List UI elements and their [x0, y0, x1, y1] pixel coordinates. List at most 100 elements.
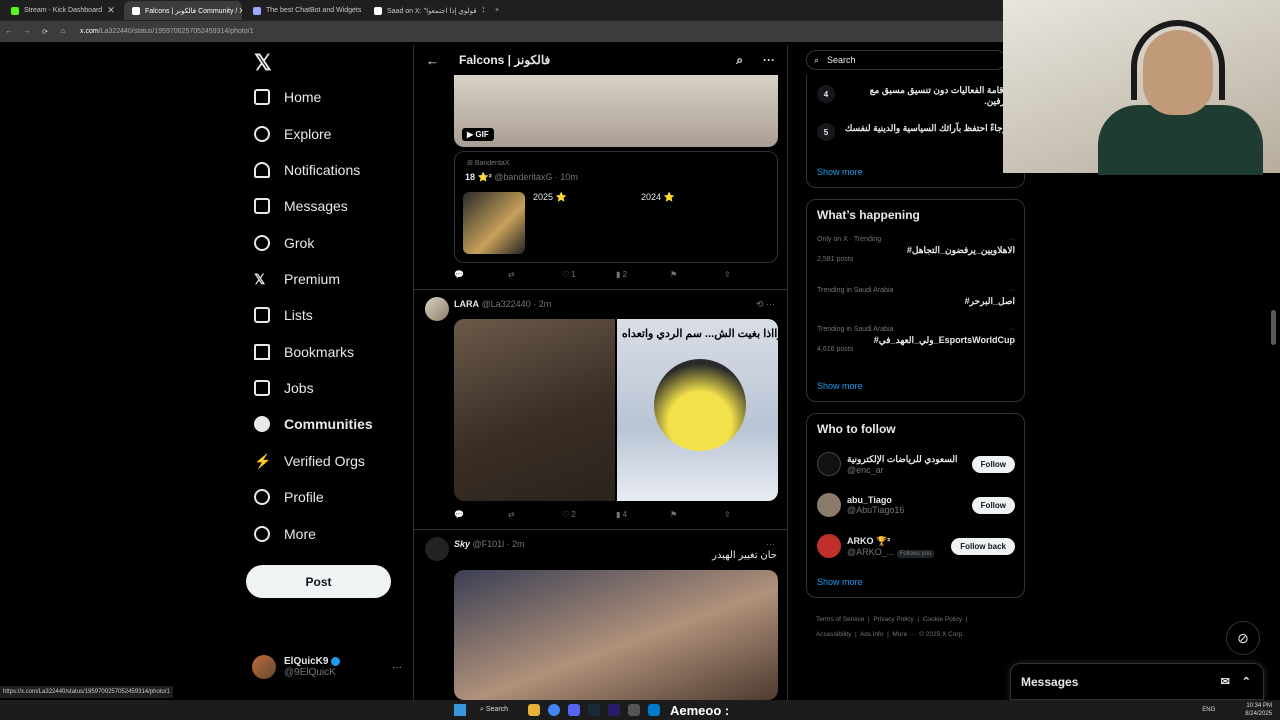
- home-browser-icon[interactable]: ⌂: [54, 28, 72, 35]
- post-text: حان تغيير الهيدر: [712, 550, 777, 561]
- expand-icon[interactable]: ⌃: [1242, 675, 1251, 688]
- retweet-icon[interactable]: ⇄: [508, 510, 562, 519]
- quoted-post[interactable]: ⊞ BanderitaX 18 ⭐² @banderitaxG · 10m 20…: [454, 151, 778, 263]
- cookie-link[interactable]: Cookie Policy: [923, 616, 962, 623]
- like-icon[interactable]: ♡ 1: [562, 270, 616, 279]
- search-icon[interactable]: ⌕: [736, 53, 743, 68]
- vscode-icon[interactable]: [648, 704, 660, 716]
- ads-info-link[interactable]: Ads info: [860, 631, 884, 638]
- reload-icon[interactable]: ⟳: [36, 28, 54, 36]
- close-tab-icon[interactable]: ✕: [482, 5, 484, 16]
- browser-tab-falcons[interactable]: Falcons | فالكونز Community / X✕: [124, 1, 242, 20]
- avatar[interactable]: [425, 537, 449, 561]
- file-explorer-icon[interactable]: [528, 704, 540, 716]
- more-dots-icon[interactable]: ···: [1008, 326, 1015, 333]
- sidebar-item-communities[interactable]: Communities: [254, 416, 373, 432]
- sidebar-item-explore[interactable]: Explore: [254, 126, 331, 142]
- reply-icon[interactable]: 💬: [454, 270, 508, 279]
- sidebar-item-verified-orgs[interactable]: ⚡ Verified Orgs: [254, 453, 365, 469]
- trend-item[interactable]: Only on X · Trending ··· #الاهلاويين_يرفضو…: [817, 236, 1015, 263]
- sidebar-item-grok[interactable]: Grok: [254, 235, 314, 251]
- person-icon: [254, 489, 270, 505]
- more-link[interactable]: More ···: [892, 631, 915, 638]
- more-dots-icon[interactable]: ···: [392, 662, 402, 673]
- post-photo[interactable]: [454, 570, 778, 700]
- url-field[interactable]: x.com/La322440/status/195970025705245931…: [80, 28, 254, 35]
- avatar[interactable]: [425, 297, 449, 321]
- trend-item[interactable]: Trending in Saudi Arabia ··· #ولي_العهد_في…: [817, 326, 1015, 353]
- obs-icon[interactable]: [628, 704, 640, 716]
- windows-start-icon[interactable]: [454, 704, 466, 716]
- like-icon[interactable]: ♡ 2: [562, 510, 616, 519]
- more-dots-icon[interactable]: ···: [766, 539, 775, 549]
- sidebar-item-lists[interactable]: Lists: [254, 307, 313, 323]
- new-message-icon[interactable]: ✉: [1221, 675, 1230, 688]
- views-icon[interactable]: ▮ 2: [616, 270, 670, 279]
- post-handle[interactable]: @La322440 · 2m: [482, 299, 552, 309]
- x-logo-icon[interactable]: 𝕏: [254, 50, 272, 76]
- sidebar-item-profile[interactable]: Profile: [254, 489, 324, 505]
- chrome-icon[interactable]: [548, 704, 560, 716]
- show-more-link[interactable]: Show more: [817, 577, 863, 587]
- back-arrow-icon[interactable]: ←: [426, 53, 439, 68]
- sidebar-item-messages[interactable]: Messages: [254, 198, 348, 214]
- sidebar-item-more[interactable]: More: [254, 526, 316, 542]
- privacy-link[interactable]: Privacy Policy: [873, 616, 913, 623]
- share-icon[interactable]: ⇪: [724, 270, 778, 279]
- quote-image[interactable]: [463, 192, 525, 254]
- share-icon[interactable]: ⇪: [724, 510, 778, 519]
- follow-back-button[interactable]: Follow back: [951, 537, 1015, 555]
- retweet-icon[interactable]: ⇄: [508, 270, 562, 279]
- views-icon[interactable]: ▮ 4: [616, 510, 670, 519]
- accessibility-link[interactable]: Accessibility: [816, 631, 851, 638]
- premiere-icon[interactable]: [608, 704, 620, 716]
- reply-icon[interactable]: 💬: [454, 510, 508, 519]
- terms-link[interactable]: Terms of Service: [816, 616, 864, 623]
- follow-suggestion[interactable]: abu_Tiago @AbuTiago16 Follow: [817, 493, 1015, 517]
- sidebar-item-premium[interactable]: 𝕏 Premium: [254, 271, 340, 287]
- taskbar-search[interactable]: ⌕ Search: [480, 706, 520, 714]
- follow-suggestion[interactable]: الاتحاد السعودي للرياضات الإلكترونية@enc…: [817, 452, 1015, 476]
- close-tab-icon[interactable]: ✕: [107, 5, 115, 16]
- bookmark-icon[interactable]: ⚑: [670, 270, 724, 279]
- more-dots-icon[interactable]: ···: [1008, 236, 1015, 243]
- search-input[interactable]: ⌕ Search: [806, 50, 1006, 70]
- show-more-link[interactable]: Show more: [817, 167, 863, 177]
- post-handle[interactable]: @F101l · 2m: [473, 539, 525, 549]
- bookmark-icon[interactable]: ⚑: [670, 510, 724, 519]
- clock[interactable]: 10:34 PM 8/24/2025: [1245, 702, 1272, 718]
- post-button[interactable]: Post: [246, 565, 391, 598]
- account-switcher[interactable]: ElQuicK9 @9ElQuicK ···: [252, 655, 402, 679]
- trend-item[interactable]: Trending in Saudi Arabia ··· #اصل_البرحر: [817, 287, 1015, 307]
- follow-button[interactable]: Follow: [971, 455, 1015, 473]
- back-arrow-icon[interactable]: ←: [0, 28, 18, 35]
- gif-media[interactable]: ▶ GIF: [454, 75, 778, 147]
- forward-arrow-icon[interactable]: →: [18, 28, 36, 35]
- grok-fab-icon[interactable]: ⊘: [1226, 621, 1260, 655]
- more-dots-icon[interactable]: ···: [1008, 287, 1015, 294]
- more-dots-icon[interactable]: ⟲ ···: [756, 299, 775, 310]
- sidebar-item-home[interactable]: Home: [254, 89, 321, 105]
- show-more-link[interactable]: Show more: [817, 381, 863, 391]
- scrollbar[interactable]: [1271, 310, 1276, 345]
- sidebar-item-notifications[interactable]: Notifications: [254, 162, 360, 178]
- group-photo[interactable]: [454, 319, 615, 501]
- sidebar-item-bookmarks[interactable]: Bookmarks: [254, 344, 354, 360]
- more-dots-icon[interactable]: ···: [763, 53, 775, 68]
- discord-icon[interactable]: [568, 704, 580, 716]
- post-photo-grid[interactable]: وااذا بغيت الش... سم الردي واتعداه: [454, 319, 778, 501]
- browser-tab-kick[interactable]: Stream - Kick Dashboard ✕: [3, 1, 121, 20]
- browser-tab-saad[interactable]: Saad on X: "قولوي إذا اجتمعوا✕: [366, 1, 484, 20]
- language-indicator[interactable]: ENG: [1202, 707, 1215, 713]
- avatar: [817, 534, 841, 558]
- browser-tab-chatbot[interactable]: The best ChatBot and Widgets✕: [245, 1, 363, 20]
- post-author[interactable]: LARA: [454, 299, 479, 309]
- steam-icon[interactable]: [588, 704, 600, 716]
- new-tab-button[interactable]: +: [487, 1, 507, 20]
- quote-text-year-2025: 2025 ⭐: [533, 192, 567, 202]
- messages-drawer[interactable]: Messages ✉ ⌃: [1010, 663, 1264, 700]
- follow-suggestion[interactable]: ARKO 🏆² @ARKO_... Follows you Follow back: [817, 534, 1015, 558]
- post-author[interactable]: Sky: [454, 539, 470, 549]
- follow-button[interactable]: Follow: [971, 496, 1015, 514]
- sidebar-item-jobs[interactable]: Jobs: [254, 380, 314, 396]
